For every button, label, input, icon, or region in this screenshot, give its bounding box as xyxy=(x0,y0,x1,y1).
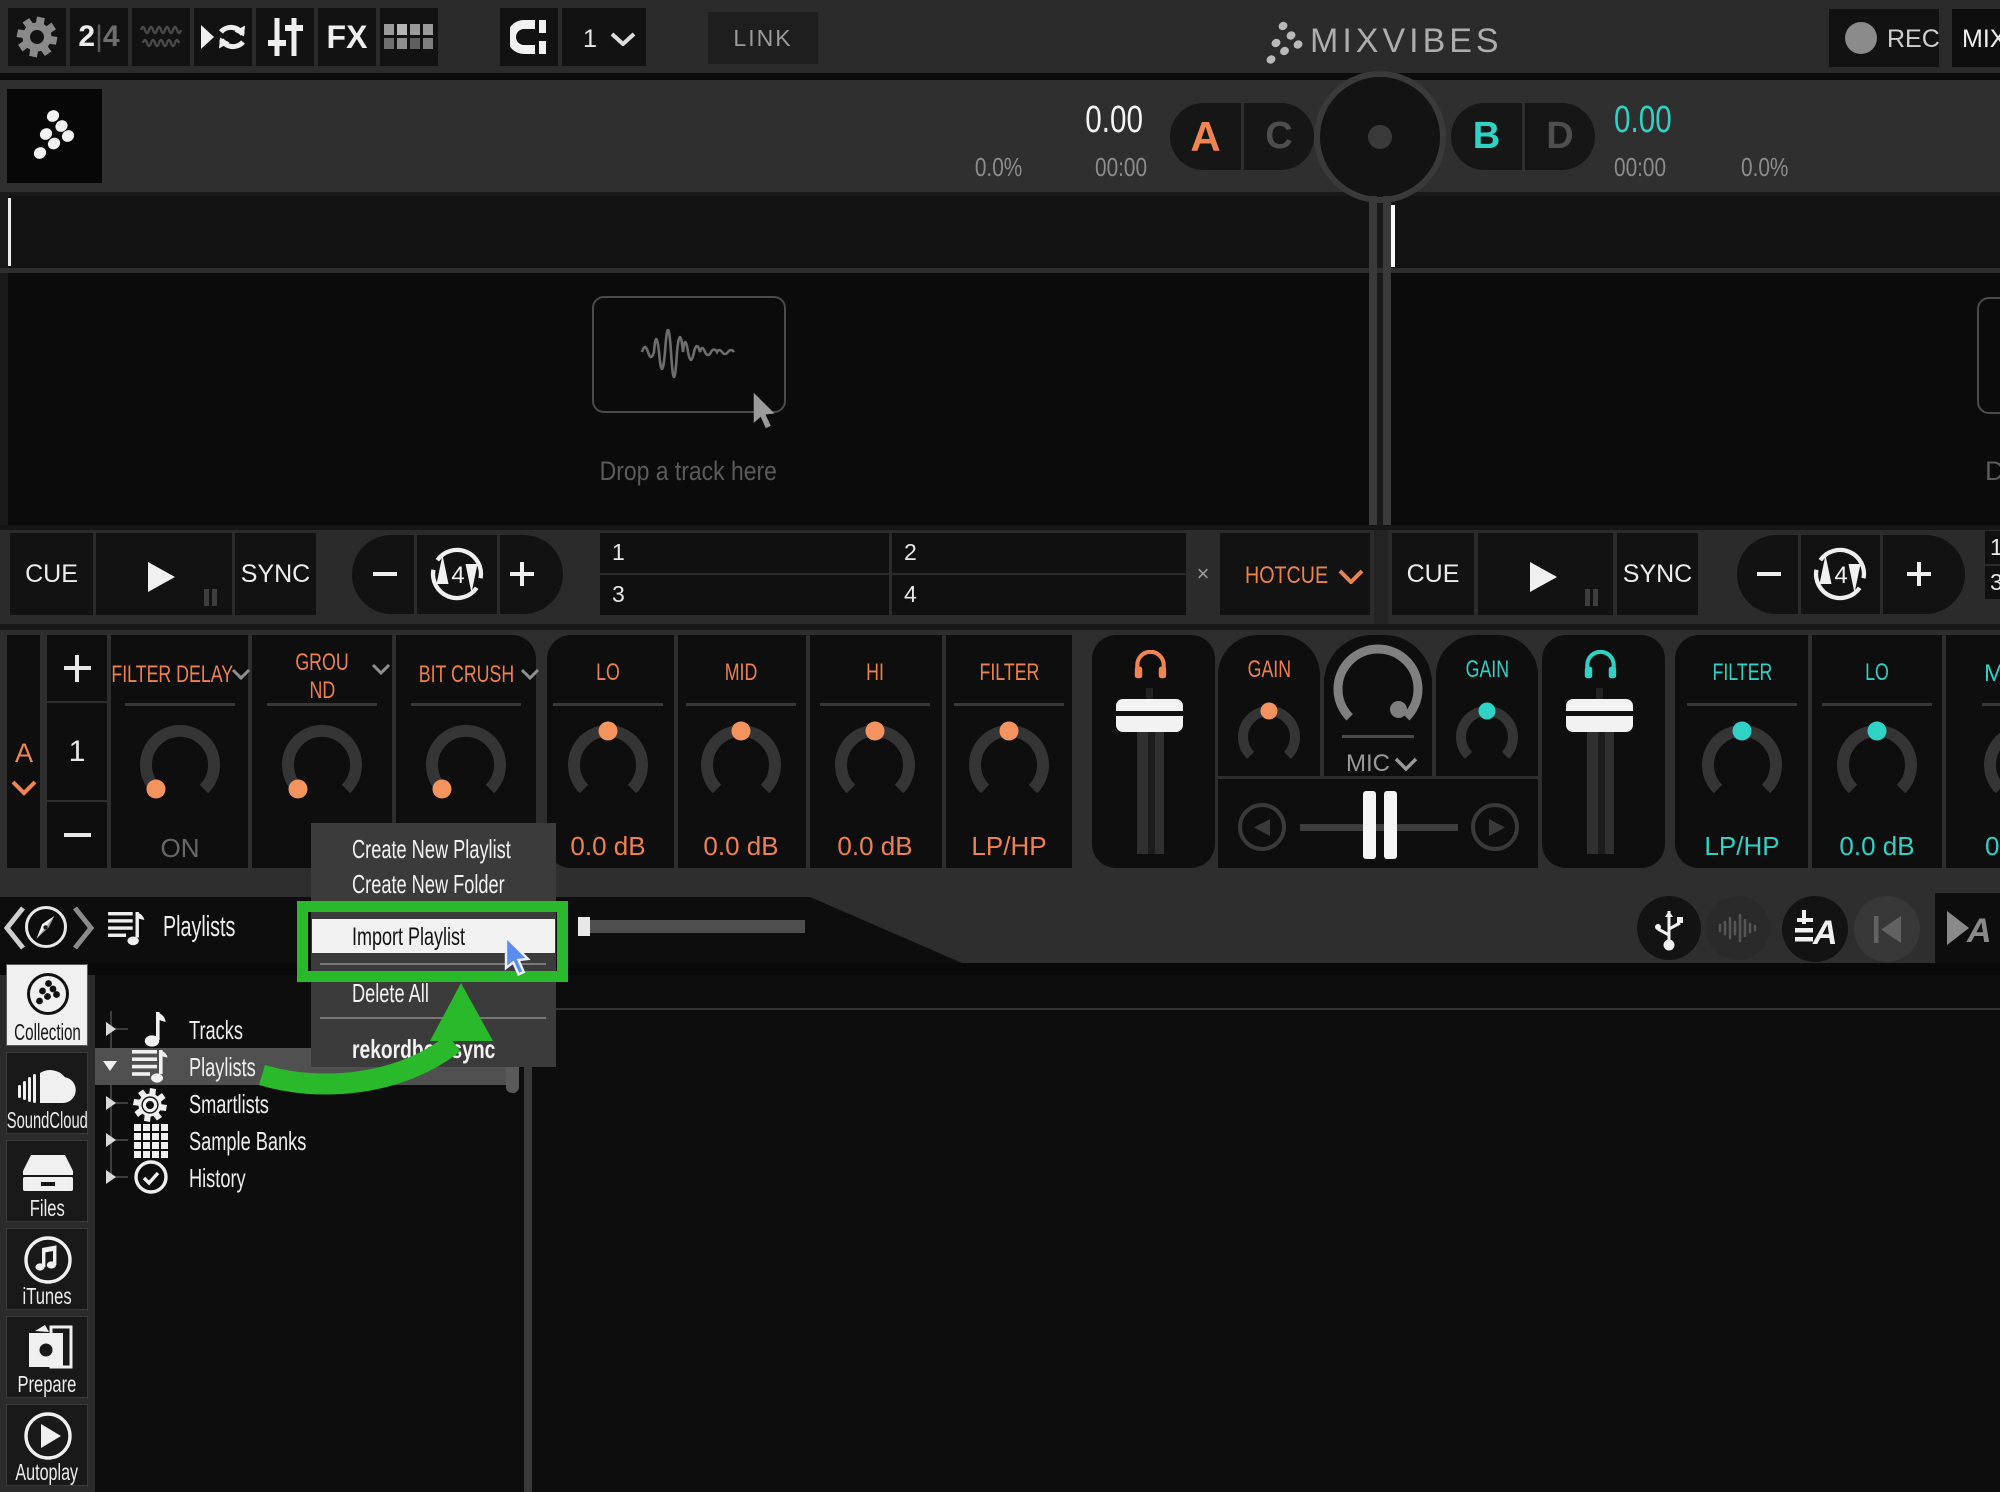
svg-text:A: A xyxy=(1966,912,1992,945)
svg-text:4: 4 xyxy=(1834,562,1847,589)
svg-text:A: A xyxy=(1812,914,1835,948)
svg-text:4: 4 xyxy=(451,562,464,589)
